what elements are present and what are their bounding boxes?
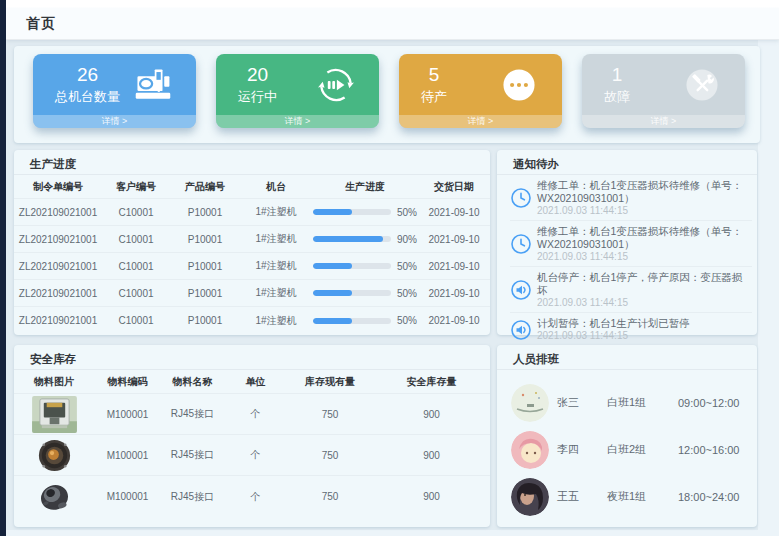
speaker-photo [32, 437, 77, 474]
running-detail-link[interactable]: 详情 > [216, 115, 379, 128]
col-delivery-date: 交货日期 [418, 180, 490, 194]
notification-item[interactable]: 维修工单：机台1变压器损坏待维修（单号：WX202109031001） 2021… [510, 175, 752, 221]
col-machine: 机台 [240, 180, 312, 194]
notification-item[interactable]: 维修工单：机台1变压器损坏待维修（单号：WX202109031001） 2021… [510, 221, 752, 267]
production-row: ZL202109021001 C10001 P10001 1#注塑机 50% 2… [14, 199, 490, 226]
staff-schedule-title: 人员排班 [497, 345, 757, 370]
progress-bar: 90% [312, 234, 418, 245]
col-product-no: 产品编号 [170, 180, 240, 194]
schedule-row: 李四 白班2组 12:00~16:00 [497, 426, 757, 473]
stat-cards-panel: 26 总机台数量 详情 > 20 运行中 [14, 46, 760, 143]
production-table-header: 制令单编号 客户编号 产品编号 机台 生产进度 交货日期 [14, 175, 490, 199]
production-progress-title: 生产进度 [14, 150, 490, 175]
running-label: 运行中 [238, 88, 277, 106]
schedule-row: 王五 夜班1组 18:00~24:00 [497, 473, 757, 520]
production-row: ZL202109021001 C10001 P10001 1#注塑机 90% 2… [14, 226, 490, 253]
fault-icon [683, 66, 721, 104]
fault-value: 1 [604, 64, 630, 85]
left-edge-bar [0, 0, 6, 536]
top-bar: 首页 [6, 0, 779, 40]
col-safety-qty: 安全库存量 [373, 375, 490, 389]
progress-bar: 50% [312, 261, 418, 272]
pending-detail-link[interactable]: 详情 > [399, 115, 562, 128]
page-title: 首页 [26, 15, 56, 33]
avatar [511, 431, 549, 469]
total-machines-label: 总机台数量 [55, 88, 120, 106]
safety-stock-panel: 安全库存 物料图片 物料编码 物料名称 单位 库存现有量 安全库存量 M1000… [14, 345, 490, 527]
notifications-title: 通知待办 [497, 150, 757, 175]
running-icon [317, 66, 355, 104]
production-row: ZL202109021001 C10001 P10001 1#注塑机 50% 2… [14, 280, 490, 307]
production-row: ZL202109021001 C10001 P10001 1#注塑机 50% 2… [14, 307, 490, 334]
pending-label: 待产 [421, 88, 447, 106]
col-material-name: 物料名称 [161, 375, 224, 389]
inventory-row: M100001 RJ45接口 个 750 900 [14, 435, 490, 476]
clock-icon [510, 187, 532, 209]
total-machines-detail-link[interactable]: 详情 > [33, 115, 196, 128]
col-material-code: 物料编码 [94, 375, 161, 389]
total-machines-value: 26 [55, 64, 120, 85]
card-running[interactable]: 20 运行中 详情 > [216, 54, 379, 128]
col-stock-qty: 库存现有量 [287, 375, 373, 389]
staff-schedule-panel: 人员排班 张三 白班1组 09:00~12:00 李四 白班2组 12:00~1… [497, 345, 757, 527]
inventory-row: M100001 RJ45接口 个 750 900 [14, 476, 490, 517]
notifications-panel: 通知待办 维修工单：机台1变压器损坏待维修（单号：WX202109031001）… [497, 150, 757, 335]
card-total-machines[interactable]: 26 总机台数量 详情 > [33, 54, 196, 128]
inventory-row: M100001 RJ45接口 个 750 900 [14, 394, 490, 435]
col-order-no: 制令单编号 [14, 180, 102, 194]
progress-bar: 50% [312, 315, 418, 326]
col-progress: 生产进度 [312, 180, 418, 194]
production-progress-panel: 生产进度 制令单编号 客户编号 产品编号 机台 生产进度 交货日期 ZL2021… [14, 150, 490, 335]
running-value: 20 [238, 64, 277, 85]
col-material-image: 物料图片 [14, 375, 94, 389]
progress-bar: 50% [312, 207, 418, 218]
schedule-row: 张三 白班1组 09:00~12:00 [497, 379, 757, 426]
clock-icon [510, 233, 532, 255]
speaker-icon [510, 319, 532, 341]
progress-bar: 50% [312, 288, 418, 299]
pending-icon [500, 66, 538, 104]
card-fault[interactable]: 1 故障 详情 > [582, 54, 745, 128]
pending-value: 5 [421, 64, 447, 85]
fault-label: 故障 [604, 88, 630, 106]
notification-item[interactable]: 机台停产：机台1停产，停产原因：变压器损坏 2021.09.03 11:44:1… [510, 267, 752, 313]
col-unit: 单位 [224, 375, 287, 389]
avatar [511, 384, 549, 422]
safety-stock-title: 安全库存 [14, 345, 490, 370]
col-customer-no: 客户编号 [102, 180, 170, 194]
speaker-icon [510, 279, 532, 301]
inventory-table-header: 物料图片 物料编码 物料名称 单位 库存现有量 安全库存量 [14, 370, 490, 394]
cone-photo [32, 478, 77, 515]
avatar [511, 478, 549, 516]
fault-detail-link[interactable]: 详情 > [582, 115, 745, 128]
production-row: ZL202109021001 C10001 P10001 1#注塑机 50% 2… [14, 253, 490, 280]
rj45-photo [32, 396, 77, 433]
notification-item[interactable]: 计划暂停：机台1生产计划已暂停 2021.09.03 11:44:15 [510, 313, 752, 345]
card-pending[interactable]: 5 待产 详情 > [399, 54, 562, 128]
machine-icon [134, 66, 172, 104]
